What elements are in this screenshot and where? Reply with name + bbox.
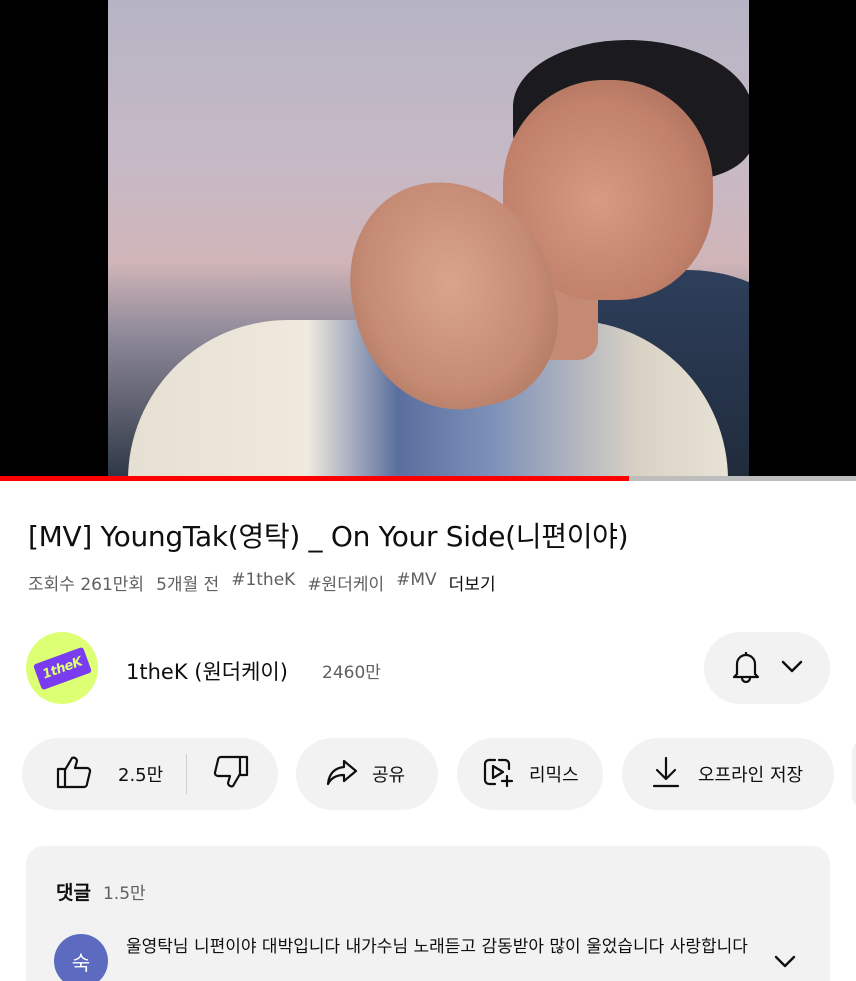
remix-button[interactable]: 리믹스 xyxy=(457,738,603,810)
comments-header: 댓글 1.5만 xyxy=(56,878,146,905)
comments-title: 댓글 xyxy=(56,882,91,904)
download-icon xyxy=(652,756,680,792)
chevron-down-icon xyxy=(781,659,803,678)
thumbs-up-icon xyxy=(56,755,92,793)
comments-count: 1.5만 xyxy=(102,884,146,904)
comment-text: 울영탁님 니편이야 대박입니다 내가수님 노래듣고 감동받아 많이 울었습니다 … xyxy=(126,937,748,957)
share-button[interactable]: 공유 xyxy=(296,738,438,810)
comments-section[interactable]: 댓글 1.5만 숙 울영탁님 니편이야 대박입니다 내가수님 노래듣고 감동받아… xyxy=(26,846,830,981)
like-dislike-chip: 2.5만 xyxy=(22,738,278,810)
channel-avatar[interactable]: 1theK xyxy=(26,632,98,704)
comment-avatar[interactable]: 숙 xyxy=(54,934,108,981)
hashtag[interactable]: #원더케이 xyxy=(307,570,384,595)
dislike-button[interactable] xyxy=(187,755,249,793)
view-count: 조회수 261만회 xyxy=(28,575,145,595)
subscriber-count: 2460만 xyxy=(322,663,381,683)
share-icon xyxy=(326,758,358,790)
video-title[interactable]: [MV] YoungTak(영탁) _ On Your Side(니편이야) xyxy=(28,515,629,555)
share-label: 공유 xyxy=(372,765,406,786)
channel-name[interactable]: 1theK (원더케이) xyxy=(126,656,288,686)
channel-row: 1theK 1theK (원더케이) 2460만 xyxy=(26,630,830,706)
video-meta[interactable]: 조회수 261만회 5개월 전 #1theK #원더케이 #MV 더보기 xyxy=(28,570,496,595)
hashtag[interactable]: #MV xyxy=(396,570,437,595)
remix-label: 리믹스 xyxy=(529,765,579,786)
channel-logo: 1theK xyxy=(32,646,92,690)
video-frame[interactable] xyxy=(108,0,749,477)
remix-icon xyxy=(483,756,517,792)
bell-icon xyxy=(731,649,761,687)
progress-bar-fill xyxy=(0,476,630,481)
more-actions-chip[interactable] xyxy=(852,738,856,810)
subscription-notify-button[interactable] xyxy=(704,632,830,704)
thumbs-down-icon xyxy=(213,755,249,793)
like-count: 2.5만 xyxy=(118,765,164,786)
upload-age: 5개월 전 xyxy=(156,575,220,595)
offline-save-button[interactable]: 오프라인 저장 xyxy=(622,738,834,810)
offline-save-label: 오프라인 저장 xyxy=(698,765,804,786)
like-button[interactable]: 2.5만 xyxy=(22,755,186,793)
action-bar: 2.5만 공유 리믹스 오프라인 저장 xyxy=(0,738,856,812)
chevron-down-icon[interactable] xyxy=(774,954,796,973)
hashtag[interactable]: #1theK xyxy=(231,570,295,595)
video-player[interactable] xyxy=(0,0,856,481)
more-link[interactable]: 더보기 xyxy=(449,570,496,595)
